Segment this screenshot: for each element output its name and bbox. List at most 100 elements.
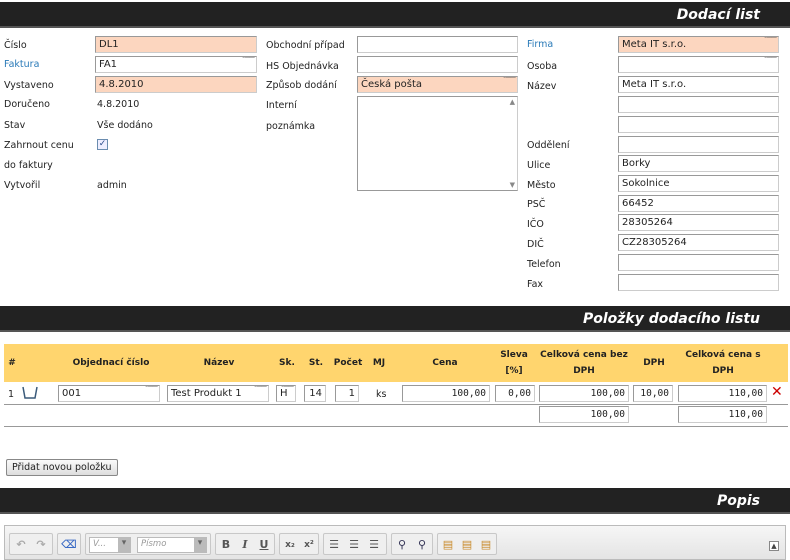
- undo-icon[interactable]: ↶: [13, 537, 29, 553]
- paste-icon[interactable]: ▤: [440, 537, 456, 553]
- col-count-header: Počet: [333, 358, 363, 368]
- discount-input[interactable]: 0,00: [495, 385, 535, 402]
- total-vat-input[interactable]: 110,00: [678, 385, 767, 402]
- col-total-vat-header: Celková cena s: [685, 350, 761, 360]
- section-title-items: Položky dodacího listu: [582, 311, 760, 327]
- scroll-down-icon[interactable]: ▼: [510, 181, 515, 189]
- price-input[interactable]: 100,00: [402, 385, 490, 402]
- internal-note-textarea[interactable]: ▲ ▼: [357, 96, 518, 191]
- items-table-header: # Objednací číslo Název Sk. St. Počet MJ…: [4, 344, 788, 382]
- department-input[interactable]: [618, 136, 779, 153]
- col-discount-header-2: [%]: [505, 366, 523, 376]
- business-case-input[interactable]: [357, 36, 518, 53]
- zip-input[interactable]: 66452: [618, 195, 779, 212]
- invoice-select[interactable]: FA1: [95, 56, 257, 73]
- vat-input[interactable]: 10,00: [633, 385, 673, 402]
- company-select[interactable]: Meta IT s.r.o.: [618, 36, 779, 53]
- dic-input[interactable]: CZ28305264: [618, 234, 779, 251]
- street-input[interactable]: Borky: [618, 155, 779, 172]
- name-label: Název: [527, 81, 557, 92]
- font-family-select[interactable]: Písmo: [137, 537, 207, 553]
- col-name-header: Název: [203, 358, 235, 368]
- col-total-novat-header: Celková cena bez: [540, 350, 628, 360]
- city-input[interactable]: Sokolnice: [618, 175, 779, 192]
- collapse-toolbar-icon[interactable]: ▲: [769, 541, 779, 551]
- created-by-label: Vytvořil: [4, 180, 41, 191]
- sum-vat-value: 110,00: [678, 406, 767, 423]
- section-header-delivery-note: Dodací list: [0, 2, 790, 28]
- product-name-select[interactable]: Test Produkt 1: [167, 385, 269, 402]
- eraser-icon[interactable]: ⌫: [61, 537, 77, 553]
- fax-input[interactable]: [618, 274, 779, 291]
- find-icon[interactable]: ⚲: [394, 537, 410, 553]
- state-input[interactable]: 14: [304, 385, 326, 402]
- align-center-icon[interactable]: ☰: [346, 537, 362, 553]
- bold-icon[interactable]: B: [218, 537, 234, 553]
- order-no-select[interactable]: 001: [58, 385, 160, 402]
- delete-row-icon[interactable]: ✕: [771, 385, 783, 399]
- replace-icon[interactable]: ⚲: [414, 537, 430, 553]
- section-title-delivery-note: Dodací list: [676, 7, 760, 23]
- person-label: Osoba: [527, 61, 558, 72]
- number-label: Číslo: [4, 40, 27, 51]
- col-unit-header: MJ: [372, 358, 386, 368]
- street-label: Ulice: [527, 160, 551, 171]
- section-title-description: Popis: [716, 493, 760, 509]
- total-novat-input[interactable]: 100,00: [539, 385, 629, 402]
- col-total-novat-header-2: DPH: [573, 366, 595, 376]
- clipboard-group: ▤ ▤ ▤: [437, 533, 497, 555]
- issued-date-input[interactable]: 4.8.2010: [95, 76, 257, 93]
- paste-word-icon[interactable]: ▤: [478, 537, 494, 553]
- invoice-link[interactable]: Faktura: [4, 59, 39, 70]
- include-price-label-2: do faktury: [4, 160, 53, 171]
- business-case-label: Obchodní případ: [266, 40, 345, 51]
- drag-handle-icon[interactable]: [22, 386, 38, 400]
- city-label: Město: [527, 180, 556, 191]
- note-label: poznámka: [266, 121, 316, 132]
- hs-order-input[interactable]: [357, 56, 518, 73]
- underline-icon[interactable]: U: [256, 537, 272, 553]
- script-group: x₂ x²: [279, 533, 319, 555]
- person-select[interactable]: [618, 56, 779, 73]
- name-input[interactable]: Meta IT s.r.o.: [618, 76, 779, 93]
- ico-input[interactable]: 28305264: [618, 214, 779, 231]
- warehouse-select[interactable]: H: [276, 385, 296, 402]
- row-index: 1: [8, 389, 15, 400]
- col-order-no-header: Objednací číslo: [72, 358, 150, 368]
- editor-toolbar: ↶ ↷ ⌫ V... Písmo B I U x₂ x² ☰ ☰ ☰ ⚲ ⚲ ▤…: [4, 525, 786, 560]
- name-input-line3[interactable]: [618, 116, 779, 133]
- col-vat-header: DPH: [643, 358, 665, 368]
- count-input[interactable]: 1: [335, 385, 359, 402]
- ico-label: IČO: [527, 219, 544, 230]
- col-price-header: Cena: [432, 358, 458, 368]
- state-value: Vše dodáno: [97, 120, 153, 131]
- align-left-icon[interactable]: ☰: [326, 537, 342, 553]
- superscript-icon[interactable]: x²: [301, 537, 317, 553]
- include-price-checkbox[interactable]: ✓: [97, 139, 108, 150]
- table-bottom-divider: [4, 426, 788, 427]
- font-size-select[interactable]: V...: [89, 537, 131, 553]
- align-right-icon[interactable]: ☰: [366, 537, 382, 553]
- delivered-value: 4.8.2010: [97, 99, 140, 110]
- subscript-icon[interactable]: x₂: [282, 537, 298, 553]
- delivery-method-select[interactable]: Česká pošta: [357, 76, 518, 93]
- font-group: V... Písmo: [85, 533, 211, 555]
- include-price-label: Zahrnout cenu: [4, 140, 74, 151]
- scroll-up-icon[interactable]: ▲: [510, 98, 515, 106]
- paste-text-icon[interactable]: ▤: [459, 537, 475, 553]
- dic-label: DIČ: [527, 239, 544, 250]
- section-header-items: Položky dodacího listu: [0, 306, 790, 332]
- number-input[interactable]: DL1: [95, 36, 257, 53]
- created-by-value: admin: [97, 180, 127, 191]
- phone-label: Telefon: [527, 259, 561, 270]
- department-label: Oddělení: [527, 140, 570, 151]
- redo-icon[interactable]: ↷: [33, 537, 49, 553]
- hs-order-label: HS Objednávka: [266, 61, 339, 72]
- section-header-description: Popis: [0, 488, 790, 514]
- zip-label: PSČ: [527, 199, 546, 210]
- add-item-button[interactable]: Přidat novou položku: [6, 459, 118, 476]
- italic-icon[interactable]: I: [237, 537, 253, 553]
- company-link[interactable]: Firma: [527, 39, 553, 50]
- phone-input[interactable]: [618, 254, 779, 271]
- name-input-line2[interactable]: [618, 96, 779, 113]
